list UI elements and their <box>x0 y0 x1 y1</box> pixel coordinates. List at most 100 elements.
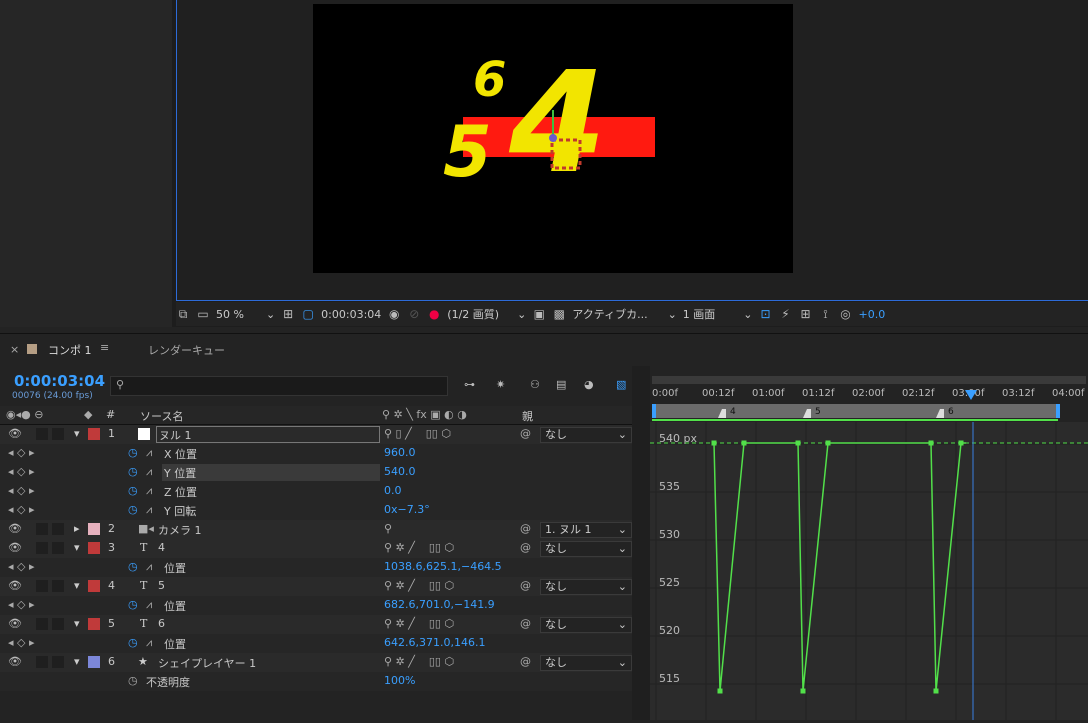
property-value[interactable]: 1038.6,625.1,−464.5 <box>384 560 502 573</box>
property-value[interactable]: 682.6,701.0,−141.9 <box>384 598 495 611</box>
snapshot-icon[interactable]: ◉ <box>387 307 401 321</box>
parent-select[interactable]: 1. ヌル 1 ⌄ <box>540 522 632 538</box>
label-color[interactable] <box>88 542 100 554</box>
switch-icons[interactable]: ⚲ ✲ ╱ ▯▯ ⬡ <box>384 617 454 630</box>
twirl-icon[interactable]: ▾ <box>74 579 80 592</box>
eye-icon[interactable]: 👁︎ <box>8 579 22 592</box>
layer-row-text[interactable]: 👁︎ ▾ 5 T 6 ⚲ ✲ ╱ ▯▯ ⬡ @ なし ⌄ <box>0 615 632 635</box>
parent-select[interactable]: なし ⌄ <box>540 541 632 557</box>
flowchart-icon[interactable]: ⟟ <box>819 307 833 322</box>
layer-row-camera[interactable]: 👁︎ ▸ 2 ■◂ カメラ 1 ⚲ @ 1. ヌル 1 ⌄ <box>0 520 632 540</box>
twirl-icon[interactable]: ▾ <box>74 655 80 668</box>
always-preview-icon[interactable]: ⧉ <box>176 307 190 322</box>
close-icon[interactable]: × <box>10 343 19 356</box>
layer-name[interactable]: シェイプレイヤー 1 <box>158 655 256 671</box>
layer-name[interactable]: カメラ 1 <box>158 522 202 538</box>
composition-canvas[interactable]: 6 5 4 <box>313 4 793 273</box>
monitor-icon[interactable]: ▭ <box>196 307 210 321</box>
splitter[interactable] <box>632 366 650 720</box>
stopwatch-icon[interactable]: ◷ <box>128 446 138 459</box>
switch-icons[interactable]: ⚲ ▯ ╱ ▯▯ ⬡ <box>384 427 451 440</box>
tab-comp[interactable]: コンポ 1 <box>48 342 92 358</box>
layer-row-null[interactable]: 👁︎ ▾ 1 ヌル 1 ⚲ ▯ ╱ ▯▯ ⬡ @ なし ⌄ <box>0 425 632 445</box>
current-time[interactable]: 0:00:03:04 <box>14 372 105 390</box>
layer-name[interactable]: 6 <box>158 617 165 630</box>
fast-preview-icon[interactable]: ▣ <box>532 307 546 321</box>
parent-select[interactable]: なし ⌄ <box>540 617 632 633</box>
label-color[interactable] <box>88 523 100 535</box>
property-row[interactable]: ◂ ◇ ▸ ◷ ⩘ 位置 642.6,371.0,146.1 <box>0 634 632 654</box>
tab-menu-icon[interactable]: ≡ <box>100 341 109 354</box>
pickwhip-icon[interactable]: @ <box>520 579 531 592</box>
shy-icon[interactable]: ⚇ <box>530 378 540 391</box>
motion-blur-icon[interactable]: ◕ <box>584 378 594 391</box>
toggle-pixel-aspect-icon[interactable]: ⊡ <box>759 307 773 321</box>
camera-select[interactable]: アクティブカ... ⌄ <box>572 306 677 322</box>
exposure-icon[interactable]: ◎ <box>839 307 853 321</box>
keyframe-nav-icon[interactable]: ◂ ◇ ▸ <box>8 503 35 516</box>
region-of-interest-icon[interactable]: ▢ <box>301 307 315 321</box>
search-input[interactable]: ⚲ <box>110 376 448 396</box>
stopwatch-icon[interactable]: ◷ <box>128 636 138 649</box>
property-row[interactable]: ◂ ◇ ▸ ◷ ⩘ Z 位置 0.0 <box>0 482 632 502</box>
keyframe-nav-icon[interactable]: ◂ ◇ ▸ <box>8 560 35 573</box>
twirl-icon[interactable]: ▾ <box>74 541 80 554</box>
parent-select[interactable]: なし ⌄ <box>540 579 632 595</box>
layer-row-shape[interactable]: 👁︎ ▾ 6 ★ シェイプレイヤー 1 ⚲ ✲ ╱ ▯▯ ⬡ @ なし ⌄ <box>0 653 632 673</box>
layer-name[interactable]: ヌル 1 <box>156 426 380 443</box>
label-color[interactable] <box>88 580 100 592</box>
frame-blending-icon[interactable]: ▤ <box>556 378 566 391</box>
stopwatch-icon[interactable]: ◷ <box>128 598 138 611</box>
exposure-value[interactable]: +0.0 <box>859 308 886 321</box>
eye-icon[interactable]: 👁︎ <box>8 617 22 630</box>
keyframe-nav-icon[interactable]: ◂ ◇ ▸ <box>8 484 35 497</box>
twirl-icon[interactable]: ▾ <box>74 617 80 630</box>
label-color[interactable] <box>88 656 100 668</box>
graph-icon[interactable]: ⩘ <box>146 484 152 498</box>
keyframe-nav-icon[interactable]: ◂ ◇ ▸ <box>8 598 35 611</box>
property-value[interactable]: 100% <box>384 674 415 687</box>
keyframe-nav-icon[interactable]: ◂ ◇ ▸ <box>8 446 35 459</box>
layer-name[interactable]: 4 <box>158 541 165 554</box>
parent-select[interactable]: なし ⌄ <box>540 427 632 443</box>
parent-select[interactable]: なし ⌄ <box>540 655 632 671</box>
stopwatch-icon[interactable]: ◷ <box>128 503 138 516</box>
graph-icon[interactable]: ⩘ <box>146 503 152 517</box>
switch-icons[interactable]: ⚲ <box>384 522 392 535</box>
pickwhip-icon[interactable]: @ <box>520 541 531 554</box>
switch-icons[interactable]: ⚲ ✲ ╱ ▯▯ ⬡ <box>384 541 454 554</box>
zoom-select[interactable]: 50 % ⌄ <box>216 308 275 321</box>
layer-row-text[interactable]: 👁︎ ▾ 4 T 5 ⚲ ✲ ╱ ▯▯ ⬡ @ なし ⌄ <box>0 577 632 597</box>
composition-flowchart-icon[interactable]: ⊶ <box>464 378 475 391</box>
transparency-grid-icon[interactable]: ▩ <box>552 307 566 321</box>
stopwatch-icon[interactable]: ◷ <box>128 674 138 687</box>
property-row[interactable]: ◂ ◇ ▸ ◷ ⩘ Y 回転 0x−7.3° <box>0 501 632 521</box>
label-color[interactable] <box>88 428 100 440</box>
draft-3d-icon[interactable]: ✷ <box>496 378 505 391</box>
keyframe-nav-icon[interactable]: ◂ ◇ ▸ <box>8 465 35 478</box>
property-row[interactable]: ◂ ◇ ▸ ◷ ⩘ 位置 682.6,701.0,−141.9 <box>0 596 632 616</box>
pickwhip-icon[interactable]: @ <box>520 617 531 630</box>
property-value[interactable]: 0x−7.3° <box>384 503 430 516</box>
graph-icon[interactable]: ⩘ <box>146 560 152 574</box>
graph-editor-icon[interactable]: ▧ <box>616 378 626 391</box>
property-value[interactable]: 540.0 <box>384 465 416 478</box>
layer-name[interactable]: 5 <box>158 579 165 592</box>
stopwatch-icon[interactable]: ◷ <box>128 560 138 573</box>
timeline-icon[interactable]: ⊞ <box>799 307 813 321</box>
property-value[interactable]: 642.6,371.0,146.1 <box>384 636 485 649</box>
pickwhip-icon[interactable]: @ <box>520 655 531 668</box>
graph-icon[interactable]: ⩘ <box>146 465 152 479</box>
stopwatch-icon[interactable]: ◷ <box>128 484 138 497</box>
show-snapshot-icon[interactable]: ⊘ <box>407 307 421 321</box>
viewer-timecode[interactable]: 0:00:03:04 <box>321 308 381 321</box>
twirl-icon[interactable]: ▸ <box>74 522 80 535</box>
property-row[interactable]: ◷ 不透明度 100% <box>0 672 632 692</box>
column-source-name[interactable]: ソース名 <box>140 408 183 424</box>
pickwhip-icon[interactable]: @ <box>520 427 531 440</box>
graph-icon[interactable]: ⩘ <box>146 446 152 460</box>
graph-icon[interactable]: ⩘ <box>146 598 152 612</box>
switch-icons[interactable]: ⚲ ✲ ╱ ▯▯ ⬡ <box>384 579 454 592</box>
graph-icon[interactable]: ⩘ <box>146 636 152 650</box>
label-color[interactable] <box>88 618 100 630</box>
